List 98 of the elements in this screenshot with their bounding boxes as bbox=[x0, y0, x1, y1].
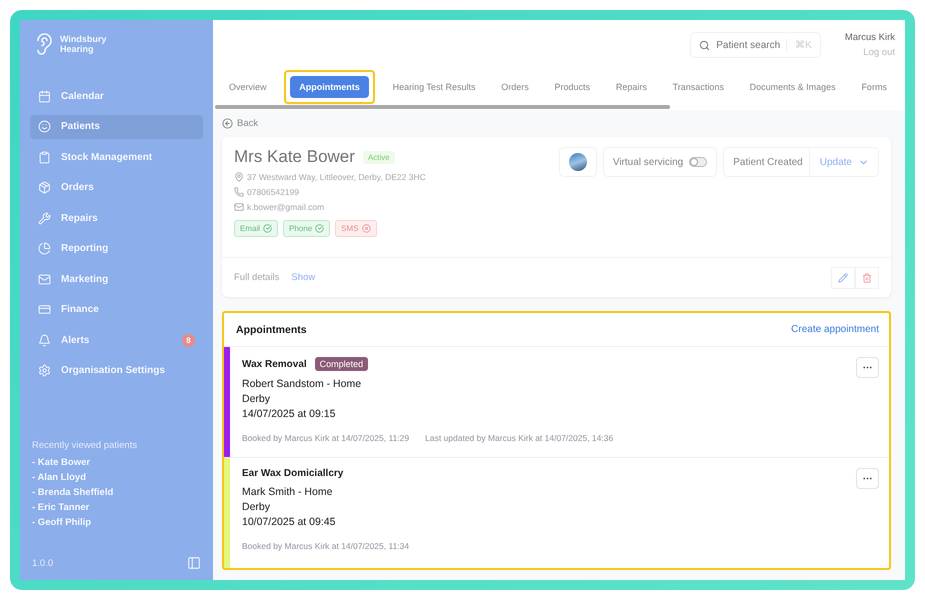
recent-patient-link[interactable]: - Eric Tanner bbox=[32, 502, 203, 513]
datetime-text: 10/07/2025 at 09:45 bbox=[242, 516, 336, 528]
globe-logo-icon bbox=[568, 153, 587, 171]
sidebar-item-label: Organisation Settings bbox=[61, 365, 165, 376]
sidebar-item[interactable]: Stock Management bbox=[30, 145, 203, 170]
section-title: Recently viewed patients bbox=[32, 440, 138, 451]
user-name: Marcus Kirk bbox=[844, 32, 895, 43]
sidebar-item[interactable]: Calendar bbox=[30, 84, 203, 108]
tab[interactable]: Orders bbox=[499, 76, 531, 98]
calendar-icon bbox=[38, 90, 51, 103]
scrollbar-thumb[interactable] bbox=[215, 105, 670, 109]
phone-text: 07806542199 bbox=[247, 187, 300, 197]
smile-icon bbox=[38, 120, 51, 134]
pie-chart-icon bbox=[38, 242, 51, 256]
consent-tag: SMS bbox=[335, 220, 376, 237]
recent-patient-link[interactable]: - Alan Lloyd bbox=[32, 472, 203, 483]
sidebar-item[interactable]: Orders bbox=[30, 176, 203, 200]
settings-icon bbox=[38, 364, 51, 378]
delete-button[interactable] bbox=[855, 266, 879, 288]
mail-icon bbox=[38, 272, 51, 286]
phone-icon bbox=[234, 187, 244, 197]
appointment-title: Wax Removal bbox=[242, 358, 307, 370]
recent-patient-link[interactable]: - Geoff Philip bbox=[32, 517, 203, 528]
location-text: Derby bbox=[242, 393, 272, 405]
virtual-servicing-control[interactable]: Virtual servicing bbox=[602, 147, 718, 177]
sidebar-item[interactable]: Reporting bbox=[30, 236, 203, 261]
sidebar-item[interactable]: Patients bbox=[30, 114, 203, 139]
consent-tag: Phone bbox=[283, 220, 330, 237]
wrench-icon bbox=[38, 212, 51, 225]
sidebar-item-label: Orders bbox=[61, 182, 94, 194]
sidebar-item-label: Patients bbox=[61, 121, 100, 132]
tab[interactable]: Documents & Images bbox=[748, 76, 838, 98]
trash-icon bbox=[862, 272, 872, 282]
back-icon bbox=[222, 118, 233, 129]
brand-name: Windsbury Hearing bbox=[60, 34, 106, 54]
sidebar-item-label: Alerts bbox=[61, 334, 90, 346]
sidebar-item[interactable]: Organisation Settings bbox=[30, 358, 203, 383]
edit-button[interactable] bbox=[831, 266, 855, 288]
tab[interactable]: Appointments bbox=[290, 76, 369, 98]
card-title: Appointments bbox=[236, 324, 307, 336]
check-icon bbox=[263, 224, 272, 233]
toggle-switch[interactable] bbox=[689, 157, 708, 167]
tab[interactable]: Forms bbox=[859, 76, 889, 98]
clipboard-icon bbox=[38, 150, 51, 164]
search-icon bbox=[699, 40, 710, 50]
box-icon bbox=[38, 181, 51, 194]
sidebar-item-label: Marketing bbox=[61, 274, 108, 285]
booked-text: Booked by Marcus Kirk at 14/07/2025, 11:34 bbox=[242, 541, 410, 551]
status-badge: Completed bbox=[314, 357, 368, 371]
clinician-text: Mark Smith - Home bbox=[242, 486, 334, 498]
logout-link[interactable]: Log out bbox=[863, 47, 895, 58]
email-text: k.bower@gmail.com bbox=[247, 202, 324, 212]
bell-icon bbox=[38, 334, 51, 347]
sidebar-item-label: Reporting bbox=[61, 243, 108, 254]
sidebar-item[interactable]: Repairs bbox=[30, 206, 203, 230]
sidebar-item-label: Calendar bbox=[61, 90, 104, 102]
recent-patient-link[interactable]: - Kate Bower bbox=[32, 457, 203, 468]
show-link[interactable]: Show bbox=[291, 272, 316, 283]
field-label: Full details bbox=[234, 272, 280, 283]
appointment-row[interactable]: Wax Removal Completed Robert Sandstom - Home Derby 14/07/2025 at 09:15 Booked by Marcus Kirk at 14/07/2025, 11:29 Last updated by Marcus Kirk at 14/07/2025, 14:36 bbox=[224, 347, 889, 457]
sidebar-item-label: Finance bbox=[61, 304, 99, 316]
more-button[interactable] bbox=[856, 468, 879, 489]
create-appointment-link[interactable]: Create appointment bbox=[791, 324, 879, 335]
tab[interactable]: Overview bbox=[227, 76, 269, 98]
appointment-row[interactable]: Ear Wax Domiciallcry Mark Smith - Home Derby 10/07/2025 at 09:45 Booked by Marcus Kirk at 14/07/2025, 11:34 bbox=[224, 457, 889, 568]
sidebar-item[interactable]: Alerts 8 bbox=[30, 328, 203, 352]
datetime-text: 14/07/2025 at 09:15 bbox=[242, 408, 336, 420]
sidebar-item[interactable]: Marketing bbox=[30, 267, 203, 292]
consent-tag: Email bbox=[234, 220, 278, 237]
check-icon bbox=[315, 224, 324, 233]
tab[interactable]: Repairs bbox=[614, 76, 649, 98]
status-dropdown[interactable]: Patient Created Update bbox=[723, 147, 879, 177]
status-badge: Active bbox=[362, 150, 395, 164]
tab[interactable]: Products bbox=[552, 76, 592, 98]
sidebar-item-label: Repairs bbox=[61, 212, 98, 224]
tab[interactable]: Transactions bbox=[670, 76, 726, 98]
clinician-text: Robert Sandstom - Home bbox=[242, 378, 362, 390]
mail-icon bbox=[234, 202, 244, 212]
pencil-icon bbox=[838, 272, 848, 282]
panel-icon[interactable] bbox=[187, 556, 201, 570]
booked-text: Booked by Marcus Kirk at 14/07/2025, 11:29 bbox=[242, 433, 410, 443]
location-text: Derby bbox=[242, 501, 272, 513]
address-text: 37 Westward Way, Littleover, Derby, DE22 3HC bbox=[247, 172, 426, 182]
sidebar-item[interactable]: Finance bbox=[30, 298, 203, 322]
card-icon bbox=[38, 303, 51, 316]
more-button[interactable] bbox=[856, 357, 879, 378]
logo-button[interactable] bbox=[558, 147, 597, 177]
version-text: 1.0.0 bbox=[32, 558, 54, 568]
appointment-title: Ear Wax Domiciallcry bbox=[242, 468, 344, 479]
pin-icon bbox=[234, 172, 244, 182]
sidebar-item-label: Stock Management bbox=[61, 152, 152, 163]
back-link[interactable]: Back bbox=[222, 118, 891, 129]
updated-text: Last updated by Marcus Kirk at 14/07/2025, 14:36 bbox=[425, 433, 614, 443]
patient-name: Mrs Kate Bower bbox=[234, 147, 355, 167]
cross-icon bbox=[362, 224, 370, 233]
tab[interactable]: Hearing Test Results bbox=[390, 76, 478, 98]
recent-patient-link[interactable]: - Brenda Sheffield bbox=[32, 487, 203, 498]
count-badge: 8 bbox=[182, 334, 195, 347]
